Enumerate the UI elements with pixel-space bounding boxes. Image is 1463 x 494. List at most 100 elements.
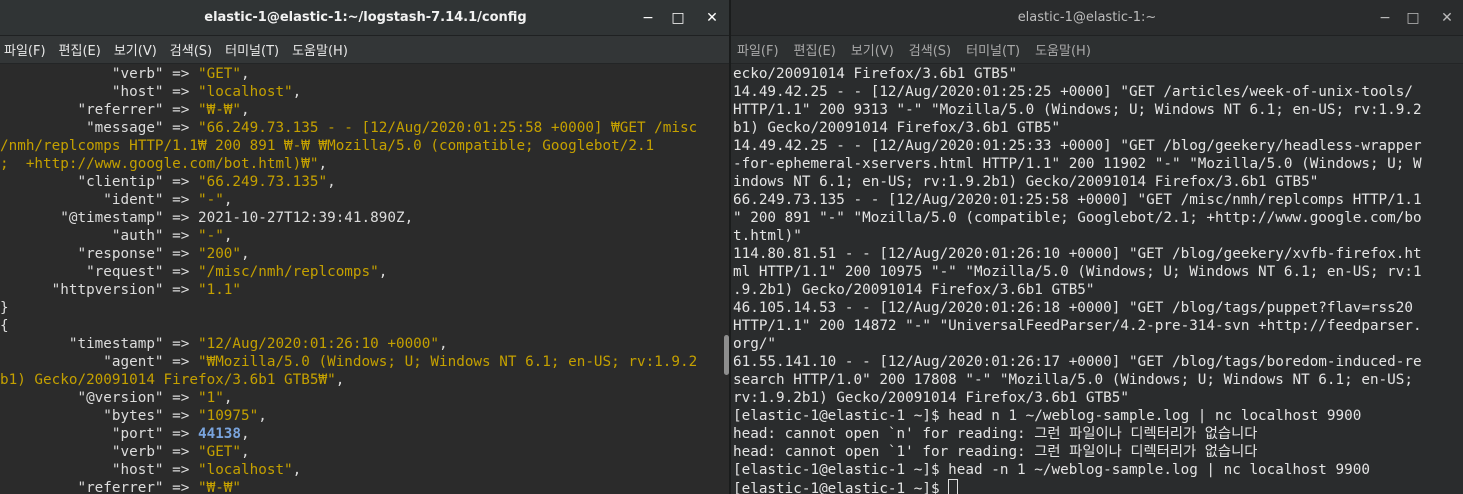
line-tail: , (335, 372, 345, 388)
field-value: "10975" (197, 408, 259, 424)
menu-search[interactable]: 검색(S) (170, 40, 212, 59)
menu-view[interactable]: 보기(V) (114, 40, 157, 59)
maximize-button[interactable]: □ (668, 8, 688, 28)
field-value: "66.249.73.135" (197, 174, 328, 190)
line-tail: , (327, 174, 336, 190)
output-line: "timestamp" => "12/Aug/2020:01:26:10 +00… (0, 335, 731, 353)
field-value: "localhost" (197, 84, 293, 100)
terminal-window-right[interactable]: elastic-1@elastic-1:~ − □ ✕ 파일(F) 편집(E) … (731, 0, 1463, 494)
field-value: /nmh/replcomps HTTP/1.1₩ 200 891 ₩-₩ ₩Mo… (0, 138, 655, 154)
field-key: "clientip" => (0, 174, 198, 190)
field-key: "timestamp" => (0, 336, 198, 352)
text-cursor (948, 479, 959, 494)
output-line: head: cannot open `1' for reading: 그런 파일… (733, 444, 1258, 460)
menu-file[interactable]: 파일(F) (4, 40, 46, 59)
output-line: "referrer" => "₩-₩" (0, 479, 731, 494)
field-value: "/misc/nmh/replcomps" (197, 264, 379, 280)
menu-terminal[interactable]: 터미널(T) (966, 40, 1020, 59)
output-line: "referrer" => "₩-₩", (0, 101, 731, 119)
field-key: "port" => (0, 426, 198, 442)
output-line: "host" => "localhost", (0, 461, 731, 479)
field-value: "1.1" (197, 282, 242, 298)
field-key: "message" => (0, 120, 198, 136)
minimize-button[interactable]: − (638, 8, 658, 28)
output-line: "@timestamp" => 2021-10-27T12:39:41.890Z… (0, 209, 731, 227)
line-tail: , (241, 246, 250, 262)
output-line: "request" => "/misc/nmh/replcomps", (0, 263, 731, 281)
title-bar[interactable]: elastic-1@elastic-1:~ − □ ✕ (731, 0, 1463, 36)
command-prompt[interactable]: [elastic-1@elastic-1 ~]$ (731, 479, 1463, 494)
output-line: "verb" => "GET", (0, 443, 731, 461)
line-tail: , (258, 408, 267, 424)
line-tail: , (292, 84, 302, 100)
line-tail: , (292, 462, 302, 478)
menu-edit[interactable]: 편집(E) (794, 40, 836, 59)
menu-edit[interactable]: 편집(E) (59, 40, 101, 59)
output-line: "host" => "localhost", (0, 83, 731, 101)
terminal-window-left[interactable]: elastic-1@elastic-1:~/logstash-7.14.1/co… (0, 0, 731, 494)
output-line: b1) Gecko/20091014 Firefox/3.6b1 GTB5₩", (0, 371, 731, 389)
close-button[interactable]: ✕ (702, 8, 722, 28)
field-value: "₩-₩" (197, 102, 242, 118)
maximize-button[interactable]: □ (1403, 8, 1423, 28)
line-tail: , (439, 336, 448, 352)
field-key: "ident" => (0, 192, 198, 208)
menu-bar: 파일(F) 편집(E) 보기(V) 검색(S) 터미널(T) 도움말(H) (731, 36, 1463, 64)
field-key: "@timestamp" => (0, 210, 198, 226)
output-line: "auth" => "-", (0, 227, 731, 245)
line-tail: , (223, 228, 233, 244)
output-line: HTTP/1.1" 200 14872 "-" "UniversalFeedPa… (733, 318, 1422, 334)
menu-view[interactable]: 보기(V) (851, 40, 894, 59)
output-line: [elastic-1@elastic-1 ~]$ head n 1 ~/webl… (733, 408, 1362, 424)
field-key: "host" => (0, 84, 198, 100)
menu-file[interactable]: 파일(F) (737, 40, 779, 59)
line-tail: , (241, 102, 250, 118)
line-tail: , (223, 390, 233, 406)
field-value: "GET" (197, 444, 242, 460)
output-line: [elastic-1@elastic-1 ~]$ head -n 1 ~/web… (733, 462, 1370, 478)
menu-bar: 파일(F) 편집(E) 보기(V) 검색(S) 터미널(T) 도움말(H) (0, 36, 731, 64)
output-line: "clientip" => "66.249.73.135", (0, 173, 731, 191)
output-line: ; +http://www.google.com/bot.html)₩", (0, 155, 731, 173)
line-tail: , (241, 66, 250, 82)
output-line: "@version" => "1", (0, 389, 731, 407)
output-line: "agent" => "₩Mozilla/5.0 (Windows; U; Wi… (0, 353, 731, 371)
field-key: "auth" => (0, 228, 198, 244)
field-key: "agent" => (0, 354, 198, 370)
output-line: 14.49.42.25 - - [12/Aug/2020:01:25:33 +0… (733, 138, 1422, 154)
terminal-output[interactable]: "verb" => "GET", "host" => "localhost", … (0, 65, 731, 494)
minimize-button[interactable]: − (1375, 8, 1395, 28)
field-value: "1" (197, 390, 224, 406)
menu-search[interactable]: 검색(S) (909, 40, 951, 59)
field-key: "verb" => (0, 66, 198, 82)
title-bar[interactable]: elastic-1@elastic-1:~/logstash-7.14.1/co… (0, 0, 731, 36)
line-tail: , (378, 264, 388, 280)
output-line: "message" => "66.249.73.135 - - [12/Aug/… (0, 119, 731, 137)
field-value: "-" (197, 192, 224, 208)
field-value: "localhost" (197, 462, 293, 478)
line-tail: , (241, 426, 250, 442)
field-value: "₩-₩" (197, 480, 242, 494)
window-title: elastic-1@elastic-1:~ (1017, 10, 1157, 25)
output-line: " 200 891 "-" "Mozilla/5.0 (compatible; … (733, 210, 1422, 226)
field-key: "bytes" => (0, 408, 198, 424)
menu-terminal[interactable]: 터미널(T) (225, 40, 279, 59)
output-line: } (0, 299, 731, 317)
output-line: "response" => "200", (0, 245, 731, 263)
window-title: elastic-1@elastic-1:~/logstash-7.14.1/co… (204, 10, 527, 25)
line-tail: , (241, 444, 250, 460)
output-line: 114.80.81.51 - - [12/Aug/2020:01:26:10 +… (733, 246, 1422, 262)
output-line: 66.249.73.135 - - [12/Aug/2020:01:25:58 … (733, 192, 1422, 208)
field-key: "httpversion" => (0, 282, 198, 298)
output-line: "port" => 44138, (0, 425, 731, 443)
menu-help[interactable]: 도움말(H) (292, 40, 348, 59)
field-value: b1) Gecko/20091014 Firefox/3.6b1 GTB5₩" (0, 372, 336, 388)
field-value: "200" (197, 246, 242, 262)
output-line: 61.55.141.10 - - [12/Aug/2020:01:26:17 +… (733, 354, 1422, 370)
field-value: "66.249.73.135 - - [12/Aug/2020:01:25:58… (197, 120, 698, 136)
menu-help[interactable]: 도움말(H) (1035, 40, 1091, 59)
field-key: "host" => (0, 462, 198, 478)
close-button[interactable]: ✕ (1437, 8, 1457, 28)
field-key: "referrer" => (0, 480, 198, 494)
terminal-output[interactable]: ecko/20091014 Firefox/3.6b1 GTB5" 14.49.4… (731, 65, 1463, 494)
